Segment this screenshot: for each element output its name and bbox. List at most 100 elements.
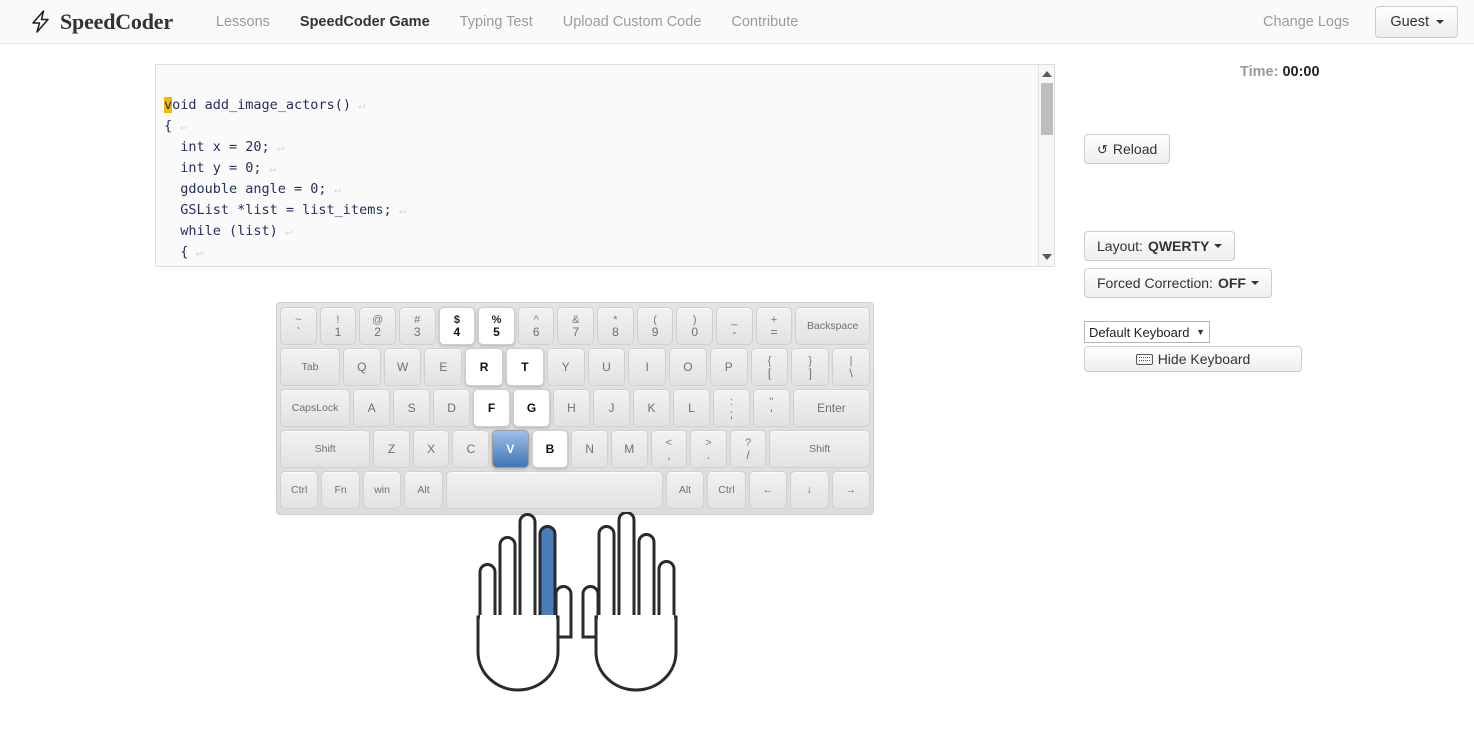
key-[interactable]: + = <box>755 307 793 345</box>
key-[interactable]: {[ <box>750 348 789 386</box>
key-b[interactable]: B <box>531 430 569 468</box>
key-h[interactable]: H <box>553 389 590 427</box>
key-[interactable]: _ - <box>716 307 753 345</box>
key-label: Enter <box>817 401 846 415</box>
key-z[interactable]: Z <box>373 430 410 468</box>
nav-link-lessons[interactable]: Lessons <box>201 14 285 30</box>
key-[interactable]: ~ ` <box>280 307 317 345</box>
key-n[interactable]: N <box>571 430 608 468</box>
hide-keyboard-button[interactable]: Hide Keyboard <box>1084 346 1302 372</box>
key-alt[interactable]: Alt <box>404 471 443 509</box>
newline-glyph-icon: ↵ <box>391 203 407 217</box>
key-a[interactable]: A <box>353 389 391 427</box>
left-hand <box>476 513 573 692</box>
reload-button[interactable]: ↺ Reload <box>1084 134 1171 164</box>
key-backspace[interactable]: Backspace <box>795 307 871 345</box>
keyboard-select[interactable]: Default Keyboard ▼ <box>1084 321 1210 343</box>
key-p[interactable]: P <box>709 348 748 386</box>
user-menu-button[interactable]: Guest <box>1375 6 1458 38</box>
key-[interactable]: <, <box>650 430 688 468</box>
key-5[interactable]: % 5 <box>478 307 515 345</box>
chevron-down-icon: ▼ <box>1196 327 1205 337</box>
key-o[interactable]: O <box>669 348 707 386</box>
key-r[interactable]: R <box>465 348 504 386</box>
key-l[interactable]: L <box>672 389 710 427</box>
code-editor[interactable]: void add_image_actors() ↵{ ↵ int x = 20;… <box>155 64 1055 267</box>
key-[interactable]: }] <box>791 348 830 386</box>
key-[interactable]: ← <box>748 471 788 509</box>
key-x[interactable]: X <box>412 430 450 468</box>
scroll-up-arrow-icon[interactable] <box>1042 71 1052 77</box>
key-label: Ctrl <box>718 484 735 496</box>
key-e[interactable]: E <box>424 348 463 386</box>
virtual-keyboard[interactable]: ~ `! 1 @2 #3 $4% 5 ^ 6 & 7 * 8(9) 0 _ - + = Backspace Tab Q W… <box>276 302 874 515</box>
key-1[interactable]: ! 1 <box>319 307 357 345</box>
key-m[interactable]: M <box>610 430 648 468</box>
key-9[interactable]: (9 <box>636 307 674 345</box>
newline-glyph-icon: ↵ <box>261 161 276 175</box>
key-f[interactable]: F <box>473 389 511 427</box>
key-win[interactable]: win <box>362 471 402 509</box>
key-tab[interactable]: Tab <box>280 348 340 386</box>
key-shift-label: _ <box>731 313 738 326</box>
key-6[interactable]: ^ 6 <box>517 307 555 345</box>
key-k[interactable]: K <box>632 389 670 427</box>
editor-scrollbar[interactable] <box>1038 65 1054 266</box>
newline-glyph-icon: ↵ <box>172 119 187 133</box>
key-[interactable]: ↓ <box>790 471 829 509</box>
key-ctrl[interactable]: Ctrl <box>280 471 319 509</box>
key-label: R <box>479 360 489 374</box>
key-7[interactable]: & 7 <box>557 307 595 345</box>
code-line: { ↵ <box>164 116 406 137</box>
key-label: L <box>688 401 695 415</box>
key-shift[interactable]: Shift <box>280 430 371 468</box>
key-d[interactable]: D <box>433 389 471 427</box>
key-8[interactable]: * 8 <box>597 307 634 345</box>
nav-link-contribute[interactable]: Contribute <box>716 14 813 30</box>
key-q[interactable]: Q <box>342 348 381 386</box>
chevron-down-icon <box>1436 20 1444 24</box>
key-v[interactable]: V <box>492 430 529 468</box>
nav-link-change-logs[interactable]: Change Logs <box>1249 14 1363 30</box>
key-alt[interactable]: Alt <box>665 471 705 509</box>
key-[interactable]: ? / <box>729 430 767 468</box>
key-u[interactable]: U <box>587 348 626 386</box>
key-enter[interactable]: Enter <box>792 389 871 427</box>
code-line-text: int x = 20; <box>164 139 270 155</box>
scrollbar-thumb[interactable] <box>1041 83 1053 135</box>
key-label: 5 <box>493 324 500 339</box>
key-w[interactable]: W <box>383 348 422 386</box>
key-capslock[interactable]: CapsLock <box>280 389 351 427</box>
nav-link-speedcoder-game[interactable]: SpeedCoder Game <box>285 14 445 30</box>
key-0[interactable]: ) 0 <box>676 307 714 345</box>
key-s[interactable]: S <box>393 389 431 427</box>
key-i[interactable]: I <box>628 348 667 386</box>
layout-dropdown-button[interactable]: Layout: QWERTY <box>1084 231 1236 261</box>
scroll-down-arrow-icon[interactable] <box>1042 254 1052 260</box>
key-t[interactable]: T <box>506 348 544 386</box>
nav-link-typing-test[interactable]: Typing Test <box>445 14 548 30</box>
key-[interactable]: | \ <box>832 348 870 386</box>
key-c[interactable]: C <box>452 430 490 468</box>
key-label: F <box>487 401 496 415</box>
key-space[interactable] <box>445 471 663 509</box>
key-[interactable]: → <box>831 471 870 509</box>
key-g[interactable]: G <box>513 389 551 427</box>
key-j[interactable]: J <box>593 389 630 427</box>
code-line: { ↵ <box>164 242 406 263</box>
brand-logo[interactable]: SpeedCoder <box>30 9 173 35</box>
nav-link-upload-custom-code[interactable]: Upload Custom Code <box>548 14 717 30</box>
newline-glyph-icon: ↵ <box>188 245 203 259</box>
key-[interactable]: " ' <box>752 389 790 427</box>
key-[interactable]: :; <box>712 389 750 427</box>
key-fn[interactable]: Fn <box>321 471 360 509</box>
key-shift[interactable]: Shift <box>769 430 870 468</box>
key-4[interactable]: $4 <box>438 307 476 345</box>
key-[interactable]: >. <box>690 430 727 468</box>
key-2[interactable]: @2 <box>359 307 396 345</box>
key-3[interactable]: #3 <box>398 307 436 345</box>
key-y[interactable]: Y <box>546 348 585 386</box>
key-ctrl[interactable]: Ctrl <box>707 471 746 509</box>
forced-correction-dropdown-button[interactable]: Forced Correction: OFF <box>1084 268 1272 298</box>
key-label: ← <box>762 484 774 496</box>
